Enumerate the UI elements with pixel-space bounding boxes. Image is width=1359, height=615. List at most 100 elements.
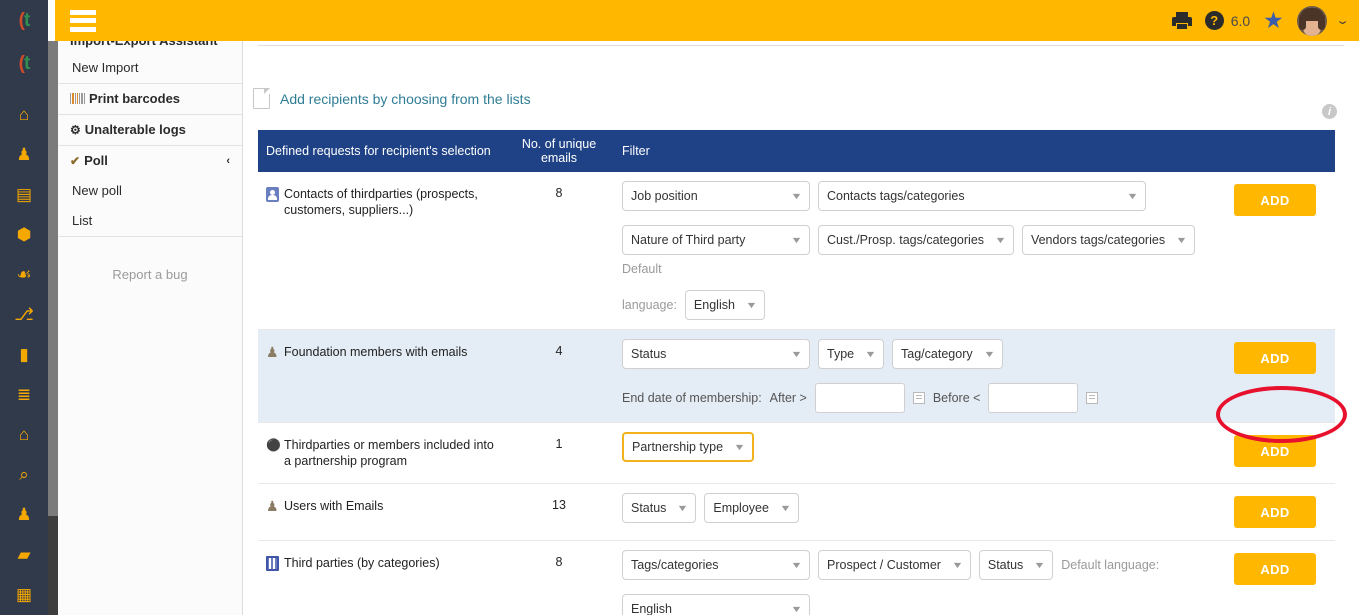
filter-select[interactable]: Job position ▼ — [622, 181, 810, 211]
request-name-label: Contacts of thirdparties (prospects, cus… — [284, 187, 478, 217]
chevron-down-icon: ▼ — [1033, 560, 1047, 570]
bank-icon[interactable]: ⌂ — [0, 415, 48, 455]
home-icon[interactable]: ⌂ — [0, 95, 48, 135]
person-icon: ♟ — [266, 344, 279, 360]
sidebar-group-poll: ✔ Poll ‹ New poll List — [58, 146, 242, 237]
request-name-cell: Contacts of thirdparties (prospects, cus… — [258, 172, 506, 329]
filter-select-value: English — [693, 298, 735, 312]
chevron-down-icon: ▼ — [1175, 235, 1188, 245]
sidebar-menu: Import-Export Assistant ‹ New Import Pri… — [58, 41, 243, 615]
stock-icon[interactable]: ☙ — [0, 255, 48, 295]
add-button[interactable]: ADD — [1234, 184, 1316, 216]
action-cell: ADD — [1215, 484, 1335, 540]
add-button[interactable]: ADD — [1234, 496, 1316, 528]
sidebar-item-import-export[interactable]: Import-Export Assistant ‹ — [58, 41, 242, 53]
hr-icon[interactable]: ♟ — [0, 495, 48, 535]
filter-select[interactable]: Status ▼ — [622, 339, 810, 369]
sidebar-item-label: Print barcodes — [89, 91, 181, 106]
add-recipients-row: Add recipients by choosing from the list… — [243, 46, 1359, 119]
add-button[interactable]: ADD — [1234, 435, 1316, 467]
folder-icon[interactable]: ▰ — [0, 535, 48, 575]
filter-select[interactable]: Nature of Third party ▼ — [622, 225, 810, 255]
filter-select-value: Cust./Prosp. tags/categories — [827, 233, 985, 247]
building-icon — [266, 556, 279, 571]
briefcase-icon[interactable]: ▮ — [0, 335, 48, 375]
star-icon[interactable]: ★ — [1263, 9, 1284, 32]
filter-select[interactable]: Prospect / Customer ▼ — [818, 550, 971, 580]
request-name-cell: ♟ Foundation members with emails — [258, 330, 506, 422]
add-button[interactable]: ADD — [1234, 342, 1316, 374]
calendar-icon[interactable]: ▦ — [0, 575, 48, 615]
chevron-down-icon: ▼ — [779, 503, 792, 513]
version-label: 6.0 — [1230, 12, 1251, 29]
share-network-icon[interactable]: ⎇ — [0, 295, 48, 335]
filter-select[interactable]: English ▼ — [684, 290, 765, 320]
app-logo-top[interactable]: (t — [0, 0, 48, 41]
add-button[interactable]: ADD — [1234, 553, 1316, 585]
printer-icon[interactable] — [1171, 11, 1192, 30]
menu-toggle-icon[interactable] — [70, 9, 96, 32]
sidebar-item-list[interactable]: List — [58, 206, 242, 236]
filter-cell: Status ▼ Employee ▼ — [612, 484, 1215, 540]
barcode-icon — [70, 93, 85, 104]
rail-icon-list: ⌂♟▤⬢☙⎇▮≣⌂⌕♟▰▦▭ — [0, 87, 48, 615]
report-a-bug-link[interactable]: Report a bug — [58, 237, 242, 282]
chevron-down-icon: ▼ — [982, 349, 996, 359]
filter-cell: Partnership type ▼ — [612, 423, 1215, 483]
table-row: ⚫ Thirdparties or members included into a… — [258, 423, 1335, 484]
user-icon[interactable]: ♟ — [0, 135, 48, 175]
request-name-label: Third parties (by categories) — [284, 556, 440, 570]
filter-select[interactable]: Tag/category ▼ — [892, 339, 1003, 369]
user-avatar[interactable] — [1296, 5, 1327, 36]
sidebar-item-poll[interactable]: ✔ Poll ‹ — [58, 146, 242, 176]
filter-select[interactable]: Type ▼ — [818, 339, 885, 369]
filter-select-value: Tags/categories — [631, 558, 719, 572]
sidebar-item-label: List — [72, 213, 93, 228]
filter-select[interactable]: Contacts tags/categories ▼ — [818, 181, 1146, 211]
filter-select-value: Partnership type — [632, 440, 724, 454]
before-date-input[interactable] — [988, 383, 1079, 413]
sidebar-item-new-poll[interactable]: New poll — [58, 176, 242, 206]
filter-select[interactable]: Employee ▼ — [704, 493, 799, 523]
after-date-calendar-icon[interactable] — [912, 392, 925, 404]
rail-scrollbar-thumb[interactable] — [48, 41, 58, 516]
product-box-icon[interactable]: ⬢ — [0, 215, 48, 255]
filter-select[interactable]: Cust./Prosp. tags/categories ▼ — [818, 225, 1014, 255]
sidebar-item-new-import[interactable]: New Import — [58, 53, 242, 83]
gears-icon: ⚙ — [70, 122, 81, 137]
filter-static-label: Default language: — [1061, 558, 1160, 572]
accounting-search-icon[interactable]: ⌕ — [0, 455, 48, 495]
filter-select-value: Type — [827, 347, 855, 361]
money-icon[interactable]: ≣ — [0, 375, 48, 415]
table-body: Contacts of thirdparties (prospects, cus… — [258, 172, 1335, 615]
unique-emails-count: 8 — [555, 186, 563, 200]
filter-select[interactable]: Status ▼ — [978, 550, 1054, 580]
chevron-down-icon: ▼ — [790, 191, 803, 201]
action-cell: ADD — [1215, 541, 1335, 615]
after-date-input[interactable] — [814, 383, 905, 413]
sidebar-item-unalterable-logs[interactable]: ⚙ Unalterable logs — [58, 115, 242, 145]
app-logo-secondary[interactable]: (t — [0, 41, 48, 87]
filter-static-label: Default — [622, 262, 662, 276]
add-recipients-link[interactable]: Add recipients by choosing from the list… — [280, 91, 531, 107]
before-date-calendar-icon[interactable] — [1086, 392, 1099, 404]
table-row: Third parties (by categories) 8 Tags/categ… — [258, 541, 1335, 615]
filter-static-label: After > — [769, 391, 807, 405]
table-row: ♟ Foundation members with emails 4 Status ▼ T… — [258, 330, 1335, 423]
request-name-cell: ⚫ Thirdparties or members included into a… — [258, 423, 506, 483]
filter-select[interactable]: Status ▼ — [622, 493, 697, 523]
info-icon[interactable]: i — [1322, 104, 1337, 119]
filter-select[interactable]: Tags/categories ▼ — [622, 550, 810, 580]
unique-emails-count: 1 — [555, 437, 563, 451]
filter-select[interactable]: Partnership type ▼ — [622, 432, 754, 462]
sidebar-item-print-barcodes[interactable]: Print barcodes — [58, 84, 242, 114]
sidebar-item-label: Unalterable logs — [84, 122, 186, 137]
filter-select-value: Nature of Third party — [631, 233, 746, 247]
chevron-down-icon[interactable]: ⌄ — [1335, 14, 1350, 27]
filter-select[interactable]: Vendors tags/categories ▼ — [1021, 225, 1195, 255]
rail-scrollbar[interactable] — [48, 41, 58, 615]
filter-select[interactable]: English ▼ — [622, 594, 810, 615]
question-mark-icon[interactable]: ? — [1204, 11, 1224, 30]
building-icon[interactable]: ▤ — [0, 175, 48, 215]
filter-static-label: Before < — [932, 391, 981, 405]
